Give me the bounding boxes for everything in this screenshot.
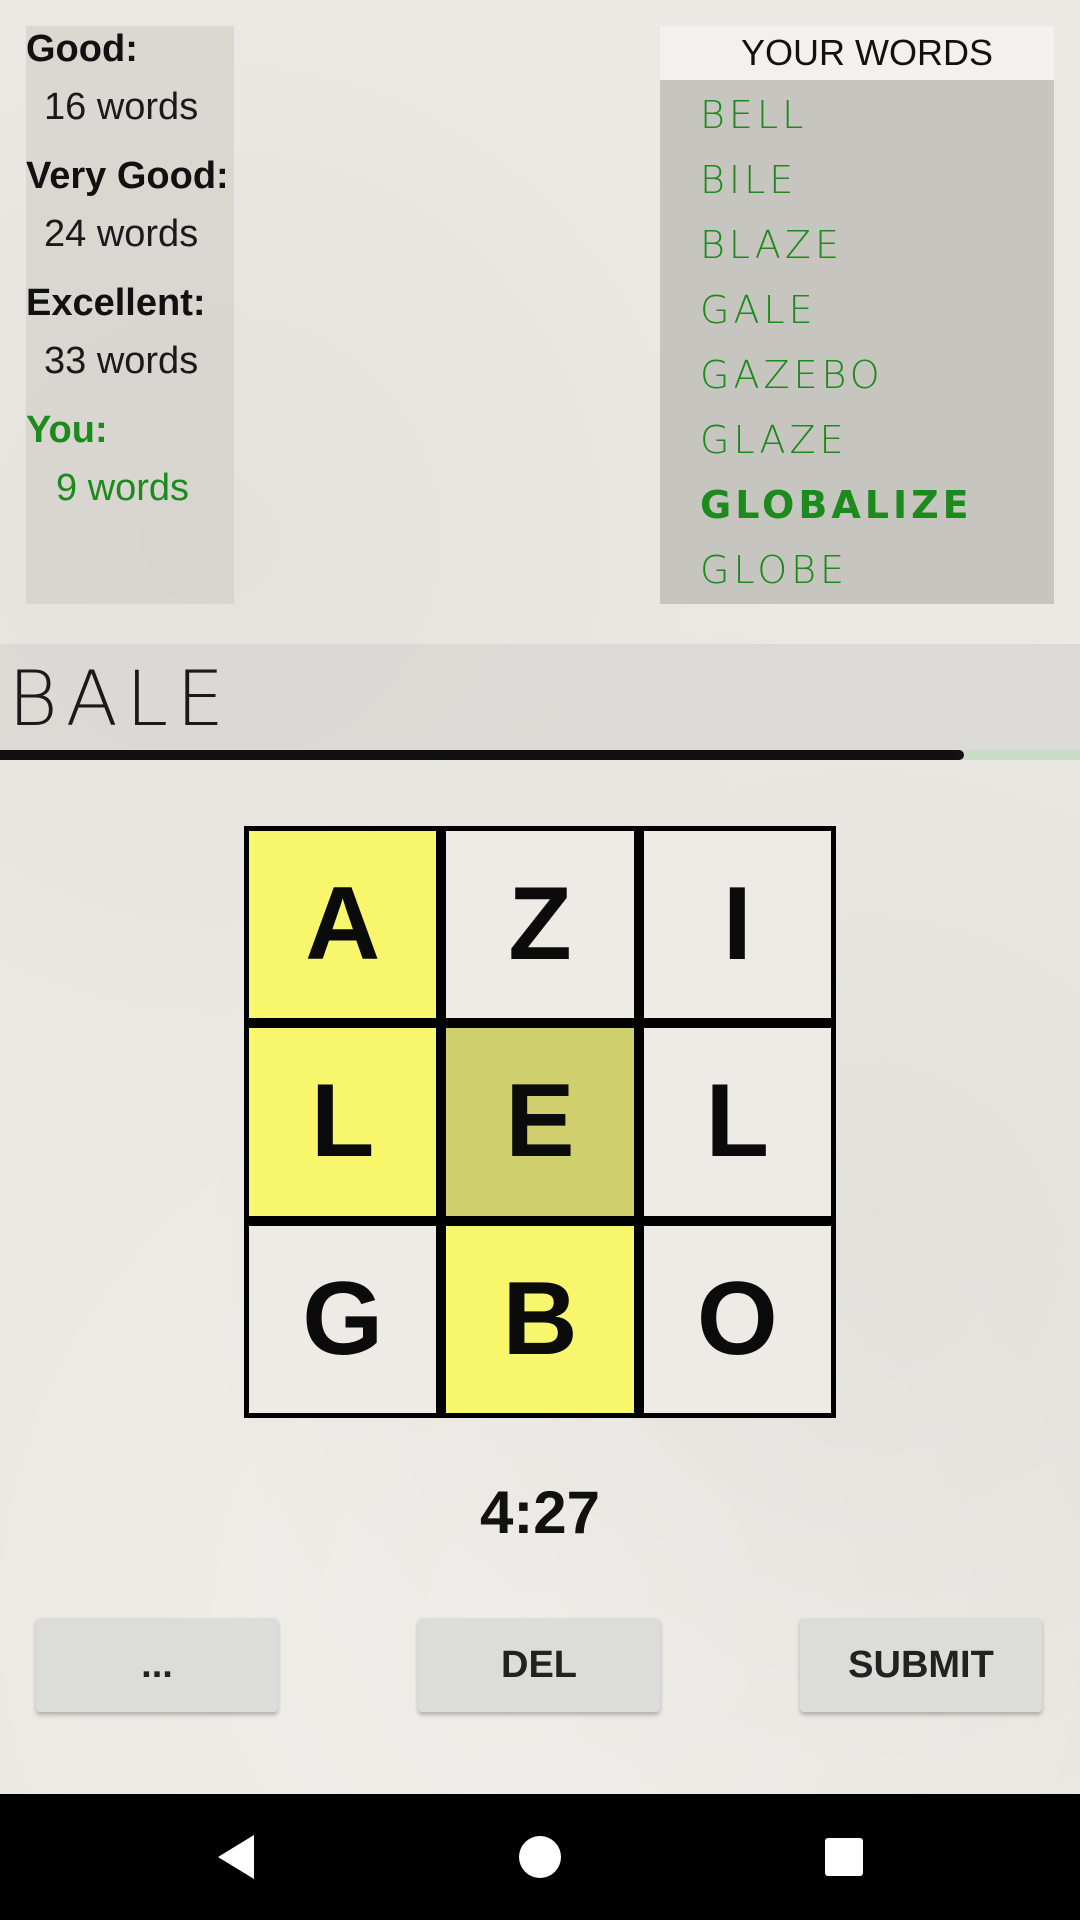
you-label: You:	[26, 409, 108, 451]
excellent-value: 33 words	[44, 340, 199, 382]
back-button[interactable]	[166, 1794, 306, 1920]
found-word: GAZEBO	[700, 352, 884, 397]
letter-tile[interactable]: E	[446, 1028, 634, 1216]
letter-tile[interactable]: A	[249, 831, 437, 1019]
delete-button[interactable]: DEL	[418, 1618, 660, 1712]
home-circle-icon	[519, 1836, 561, 1878]
found-word: GLAZE	[700, 417, 848, 462]
letter-tile[interactable]: B	[446, 1225, 634, 1413]
very-good-value: 24 words	[44, 213, 199, 255]
found-word: BLAZE	[700, 222, 843, 267]
recents-square-icon	[825, 1838, 863, 1876]
letter-tile[interactable]: O	[643, 1225, 831, 1413]
letter-tile[interactable]: G	[249, 1225, 437, 1413]
your-words-header: YOUR WORDS	[660, 26, 1054, 80]
letter-tile[interactable]: L	[643, 1028, 831, 1216]
timer-progress-bar	[0, 750, 1080, 760]
home-button[interactable]	[470, 1794, 610, 1920]
letter-tile[interactable]: Z	[446, 831, 634, 1019]
timer-progress-fill	[0, 750, 965, 760]
your-words-list: BELL BILE BLAZE GALE GAZEBO GLAZE GLOBAL…	[700, 82, 973, 602]
current-word-bar: BALE	[0, 644, 1080, 752]
more-button[interactable]: ...	[36, 1618, 278, 1712]
your-words-panel[interactable]: YOUR WORDS BELL BILE BLAZE GALE GAZEBO G…	[660, 26, 1054, 604]
countdown-timer: 4:27	[479, 1479, 601, 1546]
letter-tile[interactable]: L	[249, 1028, 437, 1216]
good-label: Good:	[26, 28, 138, 70]
found-word: BELL	[700, 92, 808, 137]
good-value: 16 words	[44, 86, 199, 128]
recents-button[interactable]	[774, 1794, 914, 1920]
found-word: GLOBE	[700, 547, 849, 592]
system-navigation-bar	[0, 1794, 1080, 1920]
excellent-label: Excellent:	[26, 282, 206, 324]
very-good-label: Very Good:	[26, 155, 229, 197]
submit-button[interactable]: SUBMIT	[800, 1618, 1042, 1712]
found-word: BILE	[700, 157, 798, 202]
letter-grid: A Z I L E L G B O	[244, 826, 836, 1418]
found-word: GALE	[700, 287, 817, 332]
back-triangle-icon	[218, 1835, 254, 1879]
you-value: 9 words	[56, 467, 190, 509]
letter-tile[interactable]: I	[643, 831, 831, 1019]
target-scores-panel: Good: 16 words Very Good: 24 words Excel…	[26, 26, 234, 604]
current-word: BALE	[8, 654, 233, 743]
found-word: GLOBALIZE	[700, 482, 973, 527]
